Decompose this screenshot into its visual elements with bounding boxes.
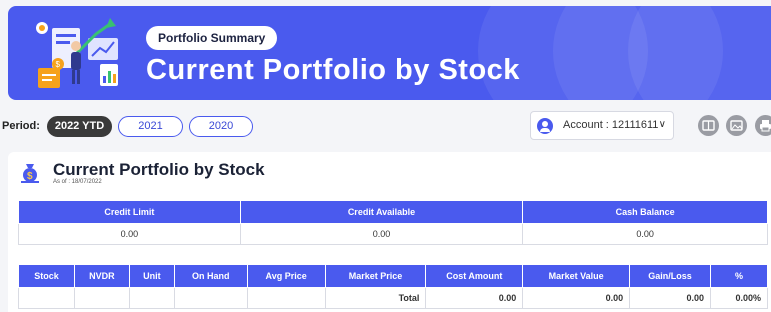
empty-cell — [246, 287, 326, 309]
period-2022-ytd-button[interactable]: 2022 YTD — [47, 116, 112, 137]
total-percent: 0.00% — [710, 287, 768, 309]
summary-header-row: Credit Limit Credit Available Cash Balan… — [18, 200, 768, 224]
account-select[interactable]: Account : 12111611 ∨ — [530, 111, 674, 140]
header-market-value: Market Value — [522, 264, 631, 288]
credit-limit-value: 0.00 — [18, 223, 241, 245]
empty-cell — [128, 287, 175, 309]
print-icon[interactable] — [755, 115, 771, 136]
total-market-value: 0.00 — [522, 287, 631, 309]
period-toolbar: Period: 2022 YTD 2021 2020 Account : 121… — [0, 108, 771, 148]
header-gain-loss: Gain/Loss — [629, 264, 711, 288]
portfolio-summary-pill: Portfolio Summary — [146, 26, 278, 50]
empty-cell — [173, 287, 248, 309]
stock-table: Stock NVDR Unit On Hand Avg Price Market… — [18, 264, 768, 309]
page-title: Current Portfolio by Stock — [146, 54, 520, 86]
chevron-down-icon: ∨ — [658, 119, 666, 130]
image-export-icon[interactable] — [726, 115, 747, 136]
portfolio-illustration: $ — [36, 18, 118, 88]
header-banner: $ Portfolio Summary Current Portfolio by… — [8, 6, 771, 100]
header-credit-limit: Credit Limit — [18, 200, 241, 224]
total-gain-loss: 0.00 — [629, 287, 711, 309]
total-cost-amount: 0.00 — [425, 287, 524, 309]
cash-balance-value: 0.00 — [522, 223, 768, 245]
stock-header-row: Stock NVDR Unit On Hand Avg Price Market… — [18, 264, 768, 288]
account-label: Account : 12111611 — [563, 119, 659, 131]
summary-table: Credit Limit Credit Available Cash Balan… — [18, 200, 768, 245]
header-credit-available: Credit Available — [239, 200, 524, 224]
user-avatar-icon — [537, 118, 553, 134]
period-2020-button[interactable]: 2020 — [189, 116, 253, 137]
header-market-price: Market Price — [324, 264, 427, 288]
svg-text:$: $ — [27, 171, 33, 182]
credit-available-value: 0.00 — [239, 223, 524, 245]
svg-text:$: $ — [56, 60, 61, 69]
summary-value-row: 0.00 0.00 0.00 — [18, 223, 768, 245]
header-percent: % — [710, 264, 768, 288]
period-2021-button[interactable]: 2021 — [118, 116, 183, 137]
portfolio-page: $ Portfolio Summary Current Portfolio by… — [0, 0, 771, 312]
header-unit: Unit — [128, 264, 175, 288]
header-cost-amount: Cost Amount — [425, 264, 524, 288]
money-bag-icon: $ — [21, 164, 39, 183]
header-stock: Stock — [18, 264, 75, 288]
header-on-hand: On Hand — [173, 264, 248, 288]
period-label: Period: — [2, 120, 40, 132]
header-avg-price: Avg Price — [246, 264, 326, 288]
excel-export-icon[interactable] — [698, 115, 719, 136]
as-of-date: As of : 18/07/2022 — [53, 179, 102, 185]
total-row: Total 0.00 0.00 0.00 0.00% — [18, 287, 768, 309]
card-title: Current Portfolio by Stock — [53, 160, 265, 179]
empty-cell — [18, 287, 75, 309]
header-nvdr: NVDR — [73, 264, 130, 288]
empty-cell — [73, 287, 130, 309]
total-label: Total — [324, 287, 427, 309]
header-cash-balance: Cash Balance — [522, 200, 768, 224]
portfolio-card: $ Current Portfolio by Stock As of : 18/… — [8, 152, 771, 312]
